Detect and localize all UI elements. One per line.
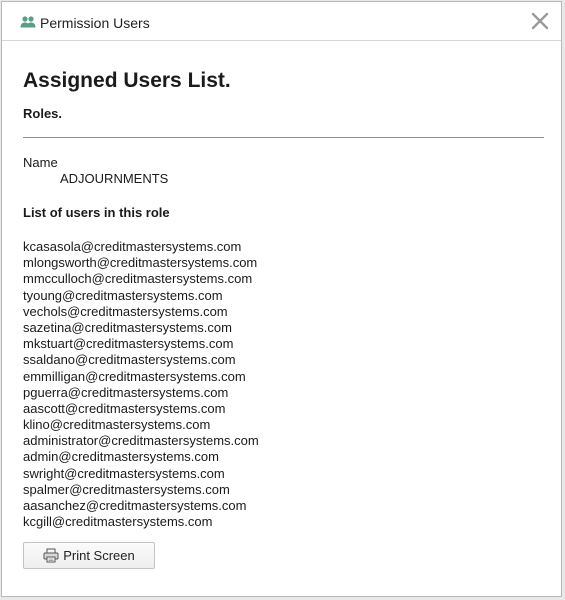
list-item: spalmer@creditmastersystems.com <box>23 481 230 497</box>
dialog-content: Assigned Users List. Roles. Name ADJOURN… <box>23 68 544 546</box>
dialog-titlebar: Permission Users <box>2 2 561 41</box>
list-item: ssaldano@creditmastersystems.com <box>23 352 236 368</box>
user-list: kcasasola@creditmastersystems.com mlongs… <box>23 239 544 530</box>
list-item: mlongsworth@creditmastersystems.com <box>23 255 258 271</box>
list-item: pguerra@creditmastersystems.com <box>23 384 229 400</box>
page-title: Assigned Users List. <box>23 69 231 92</box>
list-item: admin@creditmastersystems.com <box>23 449 219 465</box>
divider <box>23 137 544 138</box>
list-item: aascott@creditmastersystems.com <box>23 400 226 416</box>
role-name-value: ADJOURNMENTS <box>60 171 169 186</box>
printer-icon <box>43 548 59 563</box>
list-item: mkstuart@creditmastersystems.com <box>23 336 234 352</box>
list-item: administrator@creditmastersystems.com <box>23 433 259 449</box>
list-item: sazetina@creditmastersystems.com <box>23 319 232 335</box>
list-item: tyoung@creditmastersystems.com <box>23 287 223 303</box>
close-icon[interactable] <box>530 11 550 31</box>
users-icon <box>20 16 36 28</box>
roles-label: Roles. <box>23 106 63 121</box>
list-item: emmilligan@creditmastersystems.com <box>23 368 246 384</box>
print-screen-button[interactable]: Print Screen <box>23 542 155 569</box>
list-item: vechols@creditmastersystems.com <box>23 303 228 319</box>
name-label: Name <box>23 155 58 170</box>
users-list-heading: List of users in this role <box>23 205 170 220</box>
permission-users-dialog: Permission Users Assigned Users List. Ro… <box>1 1 562 597</box>
list-item: kcasasola@creditmastersystems.com <box>23 239 242 254</box>
print-screen-label: Print Screen <box>63 548 135 563</box>
list-item: kcgill@creditmastersystems.com <box>23 514 213 530</box>
list-item: klino@creditmastersystems.com <box>23 417 211 433</box>
list-item: aasanchez@creditmastersystems.com <box>23 498 247 513</box>
dialog-title: Permission Users <box>40 15 150 31</box>
list-item: swright@creditmastersystems.com <box>23 465 225 481</box>
list-item: mmcculloch@creditmastersystems.com <box>23 271 253 287</box>
